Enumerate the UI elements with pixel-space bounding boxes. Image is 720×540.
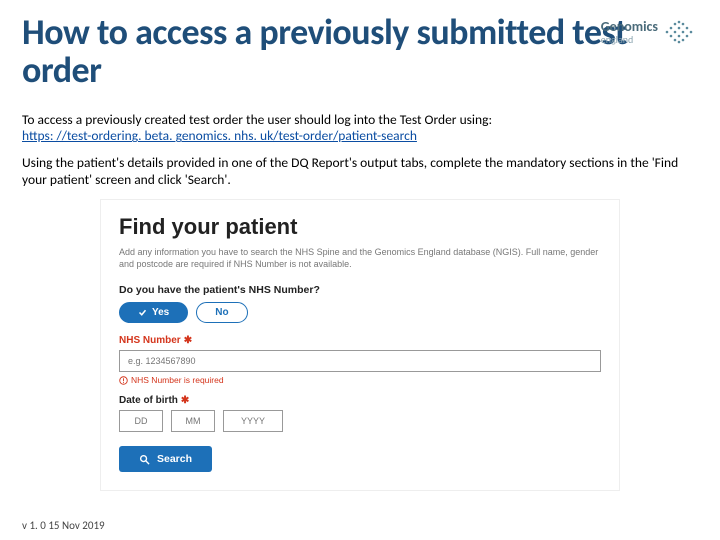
yes-label: Yes xyxy=(152,307,169,318)
search-button[interactable]: Search xyxy=(119,446,212,472)
search-icon xyxy=(139,454,150,465)
slide-footer: v 1. 0 15 Nov 2019 4 xyxy=(0,510,720,540)
check-icon xyxy=(138,308,147,317)
logo-dots-icon xyxy=(664,18,696,46)
dob-month-input[interactable] xyxy=(171,410,215,432)
intro-text: To access a previously created test orde… xyxy=(22,111,492,128)
search-label: Search xyxy=(157,453,192,465)
dob-year-input[interactable] xyxy=(223,410,283,432)
intro-line: To access a previously created test orde… xyxy=(22,112,698,146)
brand-logo: Genomics england xyxy=(601,18,696,46)
dob-label: Date of birth ✱ xyxy=(119,395,601,406)
logo-sub: england xyxy=(601,35,658,45)
no-toggle[interactable]: No xyxy=(196,302,247,323)
find-patient-panel: Find your patient Add any information yo… xyxy=(100,199,620,491)
nhs-number-input[interactable] xyxy=(119,350,601,372)
find-patient-heading: Find your patient xyxy=(119,214,601,240)
warning-icon xyxy=(119,376,128,385)
version-text: v 1. 0 15 Nov 2019 xyxy=(14,519,105,532)
nhs-number-label: NHS Number ✱ xyxy=(119,335,601,346)
dob-day-input[interactable] xyxy=(119,410,163,432)
test-order-link[interactable]: https: //test-ordering. beta. genomics. … xyxy=(22,127,417,144)
nhs-number-question: Do you have the patient's NHS Number? xyxy=(119,284,601,296)
nhs-error-text: NHS Number is required xyxy=(119,375,601,385)
page-title: How to access a previously submitted tes… xyxy=(22,14,698,90)
logo-name: Genomics xyxy=(601,20,658,34)
page-number: 4 xyxy=(692,519,698,532)
required-star: ✱ xyxy=(181,395,189,406)
yes-toggle[interactable]: Yes xyxy=(119,302,188,323)
required-star: ✱ xyxy=(184,335,192,346)
no-label: No xyxy=(215,307,228,318)
instruction-para: Using the patient's details provided in … xyxy=(22,155,698,189)
find-patient-subtext: Add any information you have to search t… xyxy=(119,246,601,270)
